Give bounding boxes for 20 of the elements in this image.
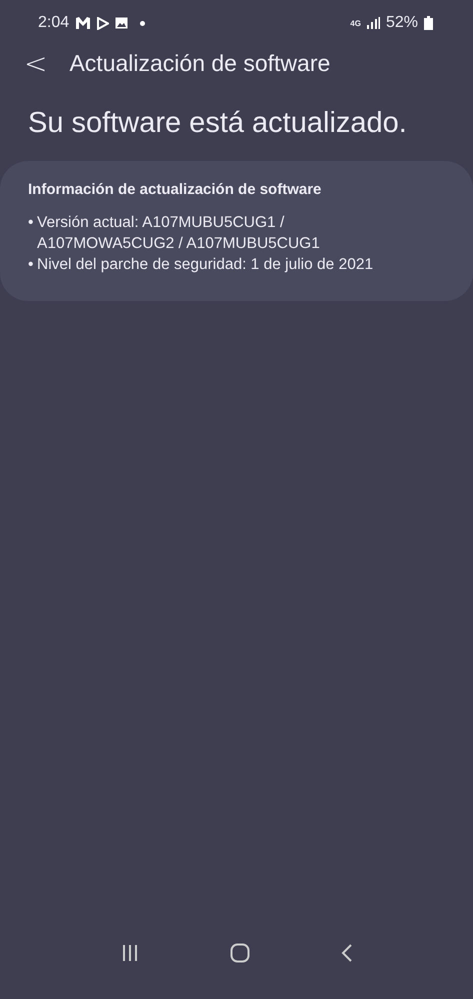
network-type: 4G: [350, 18, 361, 28]
notification-dot: [140, 20, 146, 26]
play-icon: [97, 16, 110, 30]
info-text: Versión actual: A107MUBU5CUG1 / A107MOWA5CUG2 / A107MUBU5CUG1: [37, 213, 320, 254]
image-icon: [115, 17, 128, 29]
info-text: Nivel del parche de seguridad: 1 de julio de 2021: [37, 255, 374, 275]
status-headline: Su software está actualizado.: [27, 106, 408, 141]
back-button[interactable]: <: [18, 46, 54, 80]
bullet: •: [28, 255, 34, 275]
card-title: Información de actualización de software: [28, 181, 322, 198]
home-icon[interactable]: [230, 942, 250, 962]
back-icon[interactable]: [340, 942, 352, 962]
battery-icon: [424, 16, 433, 30]
mail-icon: [75, 16, 92, 30]
status-time: 2:04: [38, 14, 70, 32]
battery-level: 52%: [386, 14, 418, 32]
recent-apps-icon[interactable]: [120, 944, 138, 962]
bullet: •: [28, 213, 34, 233]
signal-icon: [366, 17, 380, 29]
page-title: Actualización de software: [69, 50, 330, 76]
